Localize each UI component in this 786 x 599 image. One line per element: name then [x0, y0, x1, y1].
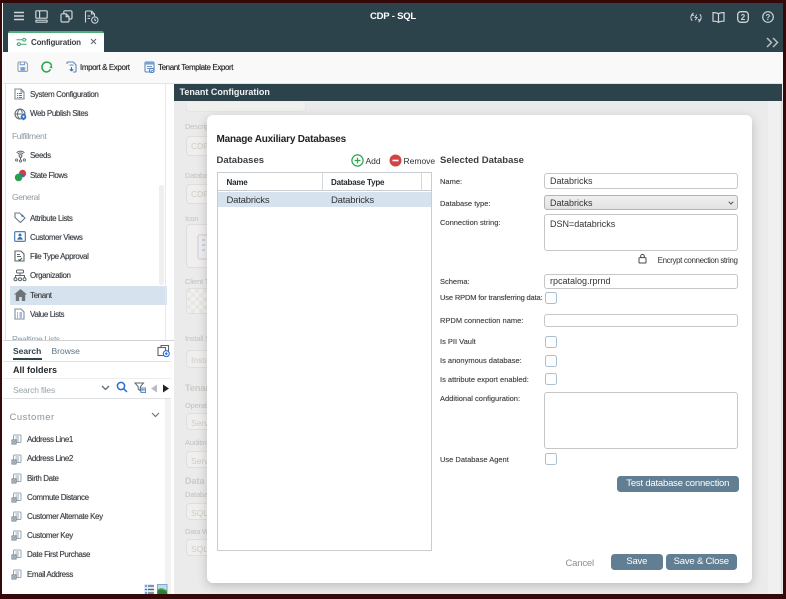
- svg-text:2: 2: [741, 13, 746, 22]
- svg-text:?: ?: [766, 13, 771, 22]
